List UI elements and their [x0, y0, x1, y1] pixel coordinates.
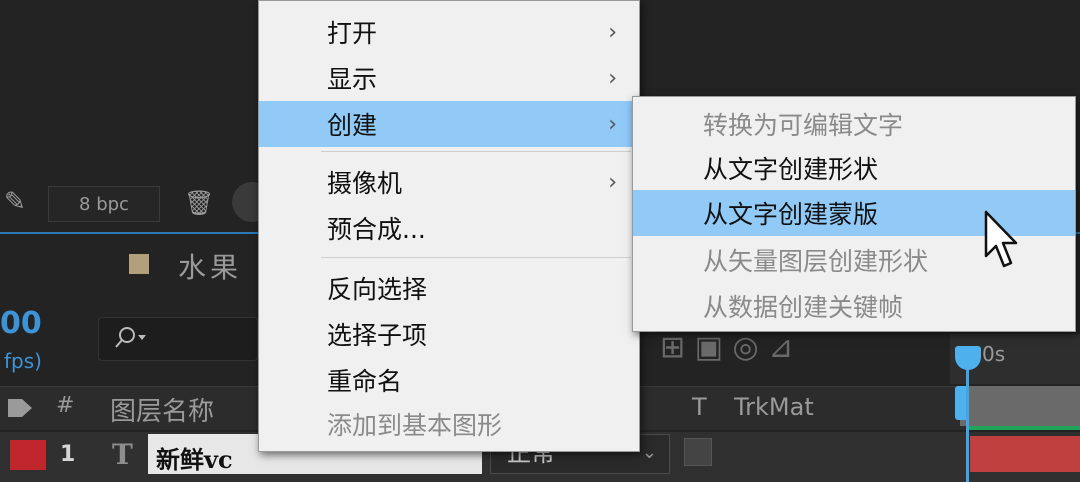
column-header-trkmat-t: T	[692, 393, 707, 421]
submenu-item-create-shapes-from-text[interactable]: 从文字创建形状	[633, 145, 1075, 191]
menu-item-camera[interactable]: 摄像机 ›	[259, 159, 639, 205]
layer-number: 1	[60, 442, 76, 467]
menu-item-show[interactable]: 显示 ›	[259, 55, 639, 101]
layer-label-color[interactable]	[10, 440, 46, 470]
layer-duration-bar[interactable]	[970, 436, 1080, 472]
time-ruler-label: 0s	[982, 342, 1006, 366]
submenu-item-convert-to-editable-text: 转换为可编辑文字	[633, 101, 1075, 147]
menu-item-precompose[interactable]: 预合成...	[259, 205, 639, 251]
trkmat-select[interactable]	[684, 438, 712, 466]
menu-item-label: 从文字创建形状	[703, 155, 879, 184]
menu-item-open[interactable]: 打开 ›	[259, 9, 639, 55]
mouse-pointer-icon	[984, 210, 1018, 268]
menu-separator	[321, 257, 631, 258]
menu-item-rename[interactable]: 重命名	[259, 357, 639, 403]
column-header-number: #	[56, 393, 75, 418]
menu-item-label: 摄像机	[327, 169, 403, 198]
chevron-down-icon: ⌄	[641, 442, 657, 463]
menu-separator	[321, 151, 631, 152]
menu-item-invert-selection[interactable]: 反向选择	[259, 265, 639, 311]
timeline-track-header	[960, 386, 1080, 426]
current-time-display[interactable]: 00	[0, 306, 42, 341]
search-icon	[115, 327, 146, 348]
bit-depth-button[interactable]: 8 bpc	[48, 186, 160, 222]
layer-context-menu: 打开 › 显示 › 创建 › 摄像机 › 预合成... 反向选择 选择子项 重命…	[258, 0, 640, 452]
menu-item-label: 从矢量图层创建形状	[703, 247, 929, 276]
menu-item-label: 添加到基本图形	[327, 411, 503, 440]
menu-item-label: 选择子项	[327, 321, 428, 350]
label-tag-icon	[8, 399, 32, 417]
layer-name: 新鲜vc	[156, 445, 233, 474]
flowchart-icon[interactable]: ✎	[4, 187, 26, 217]
composition-color-swatch	[129, 254, 149, 274]
menu-item-label: 显示	[327, 65, 378, 94]
column-header-trkmat[interactable]: TrkMat	[734, 393, 814, 421]
menu-item-label: 从文字创建蒙版	[703, 200, 879, 229]
chevron-right-icon: ›	[608, 169, 617, 195]
chevron-right-icon: ›	[608, 111, 617, 137]
menu-item-add-to-essential-graphics: 添加到基本图形	[259, 401, 639, 447]
layer-search-input[interactable]	[98, 317, 258, 361]
menu-item-label: 预合成...	[327, 215, 426, 244]
fps-label: fps)	[4, 349, 42, 373]
chevron-right-icon: ›	[608, 19, 617, 45]
menu-item-select-children[interactable]: 选择子项	[259, 311, 639, 357]
text-layer-icon: T	[112, 438, 133, 471]
menu-item-label: 从数据创建关键帧	[703, 293, 904, 322]
menu-item-create[interactable]: 创建 ›	[259, 101, 639, 147]
menu-item-label: 反向选择	[327, 275, 428, 304]
menu-item-label: 打开	[327, 19, 378, 48]
bit-depth-label: 8 bpc	[79, 193, 129, 215]
composition-tab-name[interactable]: 水果	[178, 246, 242, 286]
menu-item-label: 转换为可编辑文字	[703, 111, 904, 140]
render-bar	[966, 426, 1080, 430]
timeline-switch-icons[interactable]: ⊞ ▣ ◎ ⊿	[660, 330, 793, 365]
menu-item-label: 重命名	[327, 367, 403, 396]
submenu-item-create-keyframes-from-data: 从数据创建关键帧	[633, 283, 1075, 329]
column-header-layer-name[interactable]: 图层名称	[110, 391, 214, 428]
menu-item-label: 创建	[327, 111, 378, 140]
trash-icon[interactable]: 🗑	[184, 189, 214, 217]
chevron-right-icon: ›	[608, 65, 617, 91]
